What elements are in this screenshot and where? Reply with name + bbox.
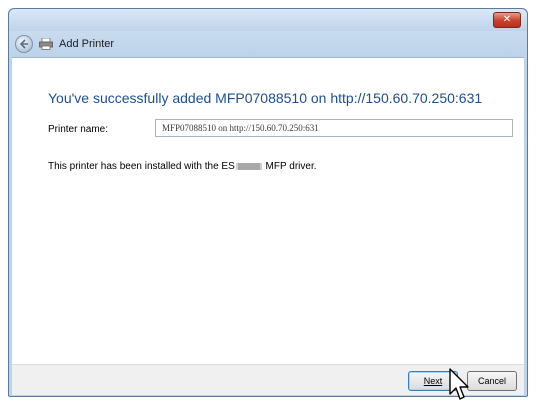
printer-name-label-text: Printer name: [48,124,109,135]
back-button[interactable] [15,35,33,53]
printer-name-label: Printer name: [48,124,108,135]
mouse-cursor-icon [449,368,469,400]
close-button[interactable]: ✕ [493,12,521,28]
add-printer-window: ✕ Add Printer You've successfully added … [8,8,528,397]
cancel-button-label: Cancel [477,376,506,386]
wizard-content: You've successfully added MFP07088510 on… [12,57,524,365]
wizard-title: Add Printer [59,38,115,50]
close-icon: ✕ [502,14,512,25]
driver-info-text: This printer has been installed with the… [48,161,317,172]
back-arrow-icon [19,39,28,49]
success-heading: You've successfully added MFP07088510 on… [48,90,483,106]
driver-info-suffix: MFP driver. [262,161,317,172]
next-button-label: Next [423,376,443,386]
driver-info-prefix: This printer has been installed with the… [48,161,235,172]
wizard-nav-bar: Add Printer [9,31,527,57]
redacted-model [235,162,262,170]
printer-name-input[interactable]: MFP07088510 on http://150.60.70.250:631 [155,119,513,137]
printer-icon [39,38,53,50]
wizard-footer: Next Cancel [12,364,524,395]
cancel-button[interactable]: Cancel [467,371,517,391]
title-bar: ✕ [9,9,527,31]
